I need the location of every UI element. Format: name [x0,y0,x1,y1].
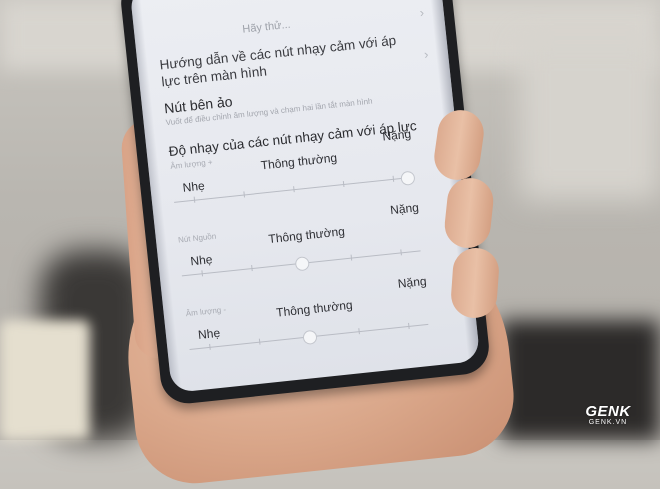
slider-min-label: Nhẹ [189,252,214,269]
slider-knob[interactable] [302,329,318,346]
slider-min-label: Nhẹ [197,325,221,343]
slider-knob[interactable] [400,170,416,186]
slider-tick [243,191,246,198]
slider-tick [193,196,196,203]
slider-tick [350,254,353,261]
slider-max-label: Nặng [381,126,412,144]
sensitivity-section-title: Độ nhạy của các nút nhạy cảm với áp lực [168,118,418,160]
slider-tick [342,180,345,188]
slider-tick [358,328,360,335]
chevron-right-icon: › [418,4,425,21]
slider-tick [400,249,402,256]
slider-caption: Âm lượng - [185,305,227,319]
phone-screen: Hãy thử... › Hướng dẫn về các nút nhạy c… [129,0,481,394]
slider-tick [392,175,395,182]
slider-mid-label: Thông thường [267,224,346,247]
slider-max-label: Nặng [397,273,428,291]
pressure-button-guide-item[interactable]: Hướng dẫn về các nút nhạy cảm với áp lực… [159,32,401,91]
watermark-domain: GENK.VN [588,419,628,426]
chevron-right-icon: › [423,46,430,62]
background-light-object [520,40,660,200]
slider-knob[interactable] [294,256,310,272]
slider-tick [408,322,410,330]
slider-mid-label: Thông thường [275,297,354,320]
partial-title: Hãy thử... [241,18,292,36]
slider-tick [209,343,211,350]
slider-caption: Âm lượng + [169,157,214,172]
watermark: GENK GENK.VN [568,403,648,426]
slider-tick [201,270,204,277]
hand-finger [442,175,496,251]
slider-min-label: Nhẹ [181,178,206,195]
slider-max-label: Nặng [389,200,420,218]
hand-finger [449,246,501,320]
slider-tick [258,338,261,345]
watermark-logo: GENK [585,403,631,420]
slider-tick [293,186,295,193]
slider-mid-label: Thông thường [260,150,338,173]
smartphone: Hãy thử... › Hướng dẫn về các nút nhạy c… [118,0,492,407]
slider-tick [251,265,253,272]
background-cream-object [0,320,90,440]
slider-caption: Nút Nguồn [177,231,217,245]
